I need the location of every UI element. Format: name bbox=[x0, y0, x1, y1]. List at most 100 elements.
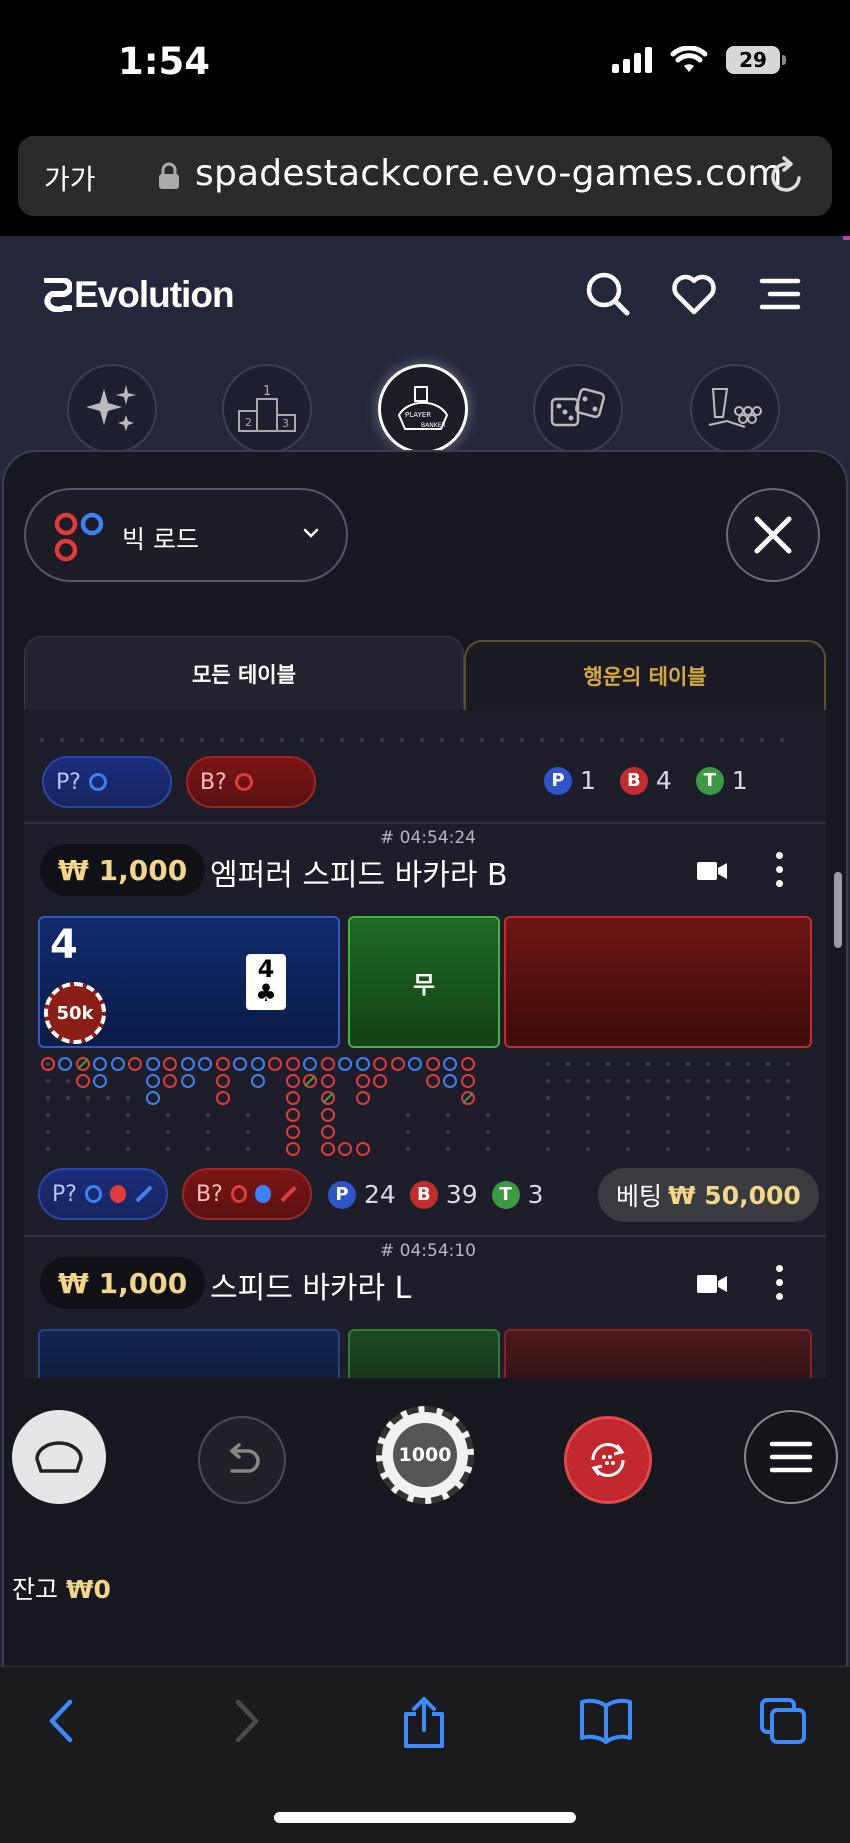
red-ring-icon bbox=[234, 773, 253, 791]
player-card: 4 ♣ bbox=[246, 954, 286, 1010]
scrollbar[interactable] bbox=[834, 872, 842, 948]
dice-icon[interactable] bbox=[533, 364, 623, 454]
video-camera-icon[interactable] bbox=[696, 860, 728, 882]
blue-ring-icon bbox=[84, 1185, 102, 1203]
tie-bet-spot[interactable] bbox=[348, 1329, 500, 1378]
big-road-icon bbox=[54, 512, 104, 562]
table-name: 엠퍼러 스피드 바카라 B bbox=[210, 858, 508, 893]
tie-count: 3 bbox=[527, 1180, 544, 1209]
sparkles-glyph bbox=[86, 385, 136, 431]
predict-row: P? B? bbox=[38, 1168, 312, 1220]
player-wins-count: 1 bbox=[580, 766, 596, 795]
banker-wins-stat: B 4 bbox=[619, 766, 672, 795]
back-icon[interactable] bbox=[46, 1696, 76, 1746]
tab-lucky-tables[interactable]: 행운의 테이블 bbox=[464, 640, 826, 710]
player-predict-button[interactable]: P? bbox=[38, 1168, 168, 1220]
bookmarks-icon[interactable] bbox=[578, 1696, 634, 1744]
address-bar[interactable]: 가가 spadestackcore.evo-games.com bbox=[18, 136, 832, 216]
road-type-label: 빅 로드 bbox=[122, 525, 199, 554]
close-icon bbox=[754, 516, 792, 554]
wifi-icon bbox=[670, 46, 708, 72]
table-round-id: # 04:54:10 bbox=[380, 1241, 476, 1261]
player-score: 4 bbox=[50, 922, 78, 968]
svg-text:BANKER: BANKER bbox=[421, 422, 446, 429]
table-card-partial[interactable]: P? B? P 1 B 4 T 1 bbox=[24, 710, 826, 822]
tie-bet-spot[interactable]: 무 bbox=[348, 916, 500, 1048]
big-road bbox=[41, 1057, 790, 1156]
partial-road-grid bbox=[40, 738, 784, 742]
betting-amount: ₩ 50,000 bbox=[668, 1180, 801, 1210]
min-stake-badge: ₩ 1,000 bbox=[40, 844, 206, 896]
blue-dot-icon bbox=[255, 1185, 271, 1203]
svg-text:1: 1 bbox=[263, 384, 271, 399]
banker-predict-label: B? bbox=[196, 1181, 223, 1207]
chevron-down-icon bbox=[303, 528, 319, 538]
player-wins-count: 24 bbox=[364, 1180, 396, 1209]
menu-icon[interactable] bbox=[756, 270, 804, 318]
heart-icon[interactable] bbox=[670, 270, 718, 318]
chip-selector-button[interactable]: 1000 bbox=[376, 1406, 474, 1504]
podium-icon[interactable]: 1 2 3 bbox=[222, 364, 312, 454]
road-type-dropdown[interactable]: 빅 로드 bbox=[24, 488, 348, 582]
tab-all-tables[interactable]: 모든 테이블 bbox=[24, 636, 464, 710]
evolution-logo[interactable]: Evolution bbox=[44, 274, 235, 316]
url-text[interactable]: spadestackcore.evo-games.com bbox=[195, 153, 783, 194]
share-icon[interactable] bbox=[400, 1696, 448, 1750]
tie-badge: T bbox=[695, 766, 724, 795]
table-view-button[interactable] bbox=[12, 1410, 106, 1504]
player-bet-spot[interactable]: 4 4 ♣ 50k bbox=[38, 916, 340, 1048]
balance: 잔고 ₩0 bbox=[12, 1570, 111, 1606]
banker-badge: B bbox=[619, 766, 648, 795]
forward-icon[interactable] bbox=[232, 1696, 262, 1746]
table-list[interactable]: P? B? P 1 B 4 T 1 # 04:54:24 ₩ 1,000 엠퍼러… bbox=[24, 710, 826, 1378]
close-button[interactable] bbox=[726, 488, 820, 582]
more-options-icon[interactable] bbox=[776, 852, 783, 887]
table-name: 스피드 바카라 L bbox=[210, 1271, 412, 1306]
red-slash-icon bbox=[280, 1185, 297, 1203]
text-size-button[interactable]: 가가 bbox=[44, 158, 96, 198]
player-wins-stat: P 1 bbox=[544, 766, 596, 795]
tabs-icon[interactable] bbox=[758, 1696, 810, 1746]
hamburger-icon bbox=[769, 1441, 813, 1473]
banker-predict-button[interactable]: B? bbox=[186, 756, 316, 808]
more-options-icon[interactable] bbox=[776, 1265, 783, 1300]
undo-button[interactable] bbox=[198, 1416, 286, 1504]
reload-icon[interactable] bbox=[768, 156, 806, 196]
table-round-id: # 04:54:24 bbox=[380, 828, 476, 848]
chip-stack-glyph bbox=[708, 388, 762, 428]
home-indicator bbox=[274, 1812, 576, 1823]
banker-wins-stat: B 39 bbox=[409, 1180, 478, 1209]
baccarat-icon[interactable]: PLAYER BANKER bbox=[378, 364, 468, 454]
tie-count: 1 bbox=[731, 766, 748, 795]
chip-value: 1000 bbox=[393, 1423, 457, 1487]
banker-bet-spot[interactable] bbox=[504, 1329, 812, 1378]
sparkles-icon[interactable] bbox=[67, 364, 157, 454]
player-bet-spot[interactable] bbox=[38, 1329, 340, 1378]
rebet-icon bbox=[591, 1442, 625, 1478]
search-icon[interactable] bbox=[584, 270, 632, 318]
rebet-button[interactable] bbox=[564, 1416, 652, 1504]
table-card[interactable]: # 04:54:10 ₩ 1,000 스피드 바카라 L bbox=[24, 1235, 826, 1378]
table-stats: P 24 B 39 T 3 bbox=[328, 1180, 544, 1209]
chip-stack-icon[interactable] bbox=[690, 364, 780, 454]
svg-text:2: 2 bbox=[245, 416, 252, 429]
balance-amount: ₩0 bbox=[65, 1575, 111, 1604]
player-badge: P bbox=[328, 1180, 356, 1209]
baccarat-glyph: PLAYER BANKER bbox=[397, 386, 449, 430]
banker-bet-spot[interactable] bbox=[504, 916, 812, 1048]
banker-predict-button[interactable]: B? bbox=[182, 1168, 312, 1220]
game-menu-button[interactable] bbox=[744, 1410, 838, 1504]
banker-badge: B bbox=[409, 1180, 438, 1209]
betting-label: 베팅 bbox=[616, 1182, 663, 1211]
battery-icon: 29 bbox=[726, 46, 786, 74]
table-card[interactable]: # 04:54:24 ₩ 1,000 엠퍼러 스피드 바카라 B 4 4 ♣ 5… bbox=[24, 822, 826, 1235]
player-predict-button[interactable]: P? bbox=[42, 756, 172, 808]
card-rank: 4 bbox=[257, 955, 275, 983]
balance-label: 잔고 bbox=[12, 1575, 59, 1604]
banker-predict-label: B? bbox=[200, 769, 227, 795]
video-camera-icon[interactable] bbox=[696, 1273, 728, 1295]
podium-glyph: 1 2 3 bbox=[238, 384, 296, 432]
card-suit: ♣ bbox=[255, 979, 277, 1007]
player-wins-stat: P 24 bbox=[328, 1180, 396, 1209]
total-bet-badge: 베팅 ₩ 50,000 bbox=[598, 1168, 819, 1222]
